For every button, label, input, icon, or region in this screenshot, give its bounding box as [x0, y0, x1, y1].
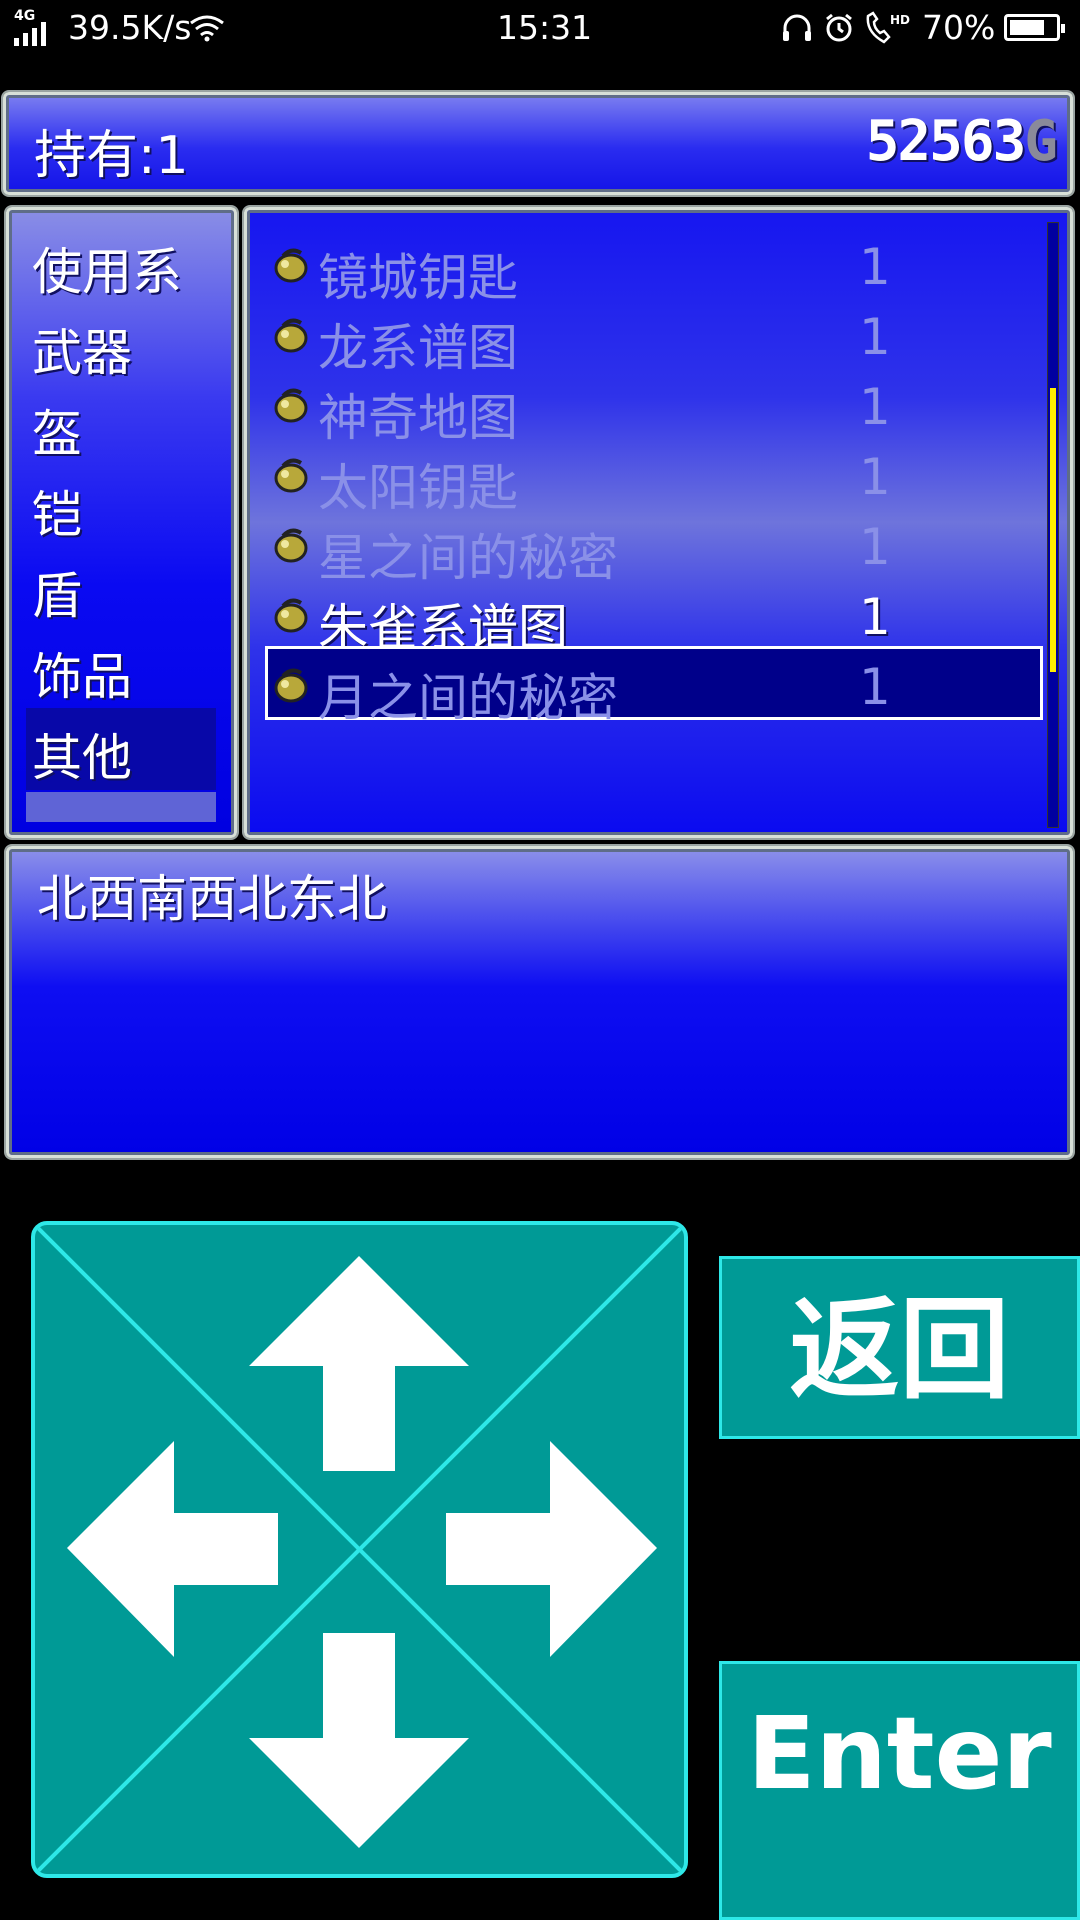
arrow-down-icon[interactable] — [249, 1633, 469, 1848]
gold-amount: 52563 — [865, 109, 1027, 174]
list-item[interactable]: 神奇地图 1 — [267, 370, 1027, 447]
back-button[interactable]: 返回 — [719, 1256, 1080, 1439]
category-item-armor[interactable]: 铠 — [32, 475, 82, 547]
status-bar: 4G 39.5K/s 15:31 HD 70% — [0, 0, 1080, 62]
list-scrollbar-thumb[interactable] — [1050, 388, 1056, 672]
category-menu-footer — [26, 792, 216, 822]
category-item-use[interactable]: 使用系 — [32, 232, 182, 304]
dpad-graphic — [35, 1225, 684, 1874]
battery-icon — [1004, 14, 1065, 41]
item-bag-icon — [274, 318, 308, 353]
item-quantity: 1 — [859, 308, 891, 366]
item-bag-icon — [274, 528, 308, 563]
item-quantity: 1 — [859, 378, 891, 436]
category-item-accessory[interactable]: 饰品 — [32, 637, 132, 709]
list-item[interactable]: 龙系谱图 1 — [267, 300, 1027, 377]
item-quantity: 1 — [859, 238, 891, 296]
item-name: 月之间的秘密 — [318, 669, 618, 727]
alarm-icon — [826, 13, 852, 42]
item-bag-icon — [274, 248, 308, 283]
list-item[interactable]: 太阳钥匙 1 — [267, 440, 1027, 517]
list-item[interactable]: 朱雀系谱图 1 — [267, 580, 1027, 657]
item-quantity: 1 — [859, 518, 891, 576]
enter-button[interactable]: Enter — [719, 1661, 1080, 1920]
item-list: 镜城钥匙 1 龙系谱图 1 神奇地图 1 太阳钥匙 1 星之间的秘密 1 朱雀系… — [244, 207, 1073, 838]
arrow-up-icon[interactable] — [249, 1256, 469, 1471]
category-item-helmet[interactable]: 盔 — [32, 394, 82, 466]
list-item-selected[interactable]: 月之间的秘密 1 — [265, 646, 1043, 727]
holding-count: 持有:1 — [34, 126, 189, 186]
list-item[interactable]: 星之间的秘密 1 — [267, 510, 1027, 587]
description-window: 北西南西北东北 — [6, 846, 1073, 1158]
category-item-shield[interactable]: 盾 — [32, 556, 82, 628]
item-bag-icon — [274, 668, 308, 703]
svg-text:HD: HD — [890, 13, 910, 27]
item-bag-icon — [274, 598, 308, 633]
item-quantity: 1 — [859, 588, 891, 646]
list-item[interactable]: 镜城钥匙 1 — [267, 230, 1027, 307]
headset-icon — [783, 14, 811, 41]
net-speed: 39.5K/s — [68, 8, 192, 47]
gold-unit: G — [1024, 109, 1058, 174]
wifi-icon — [190, 15, 224, 42]
item-bag-icon — [274, 458, 308, 493]
category-item-other[interactable]: 其他 — [32, 718, 132, 790]
arrow-left-icon[interactable] — [67, 1441, 278, 1657]
item-bag-icon — [274, 388, 308, 423]
signal-icon — [14, 22, 56, 46]
gold-window: 持有:1 52563G — [3, 92, 1073, 195]
battery-percent: 70% — [922, 8, 996, 47]
gold-display: 52563G — [865, 109, 1058, 174]
item-quantity: 1 — [859, 448, 891, 506]
dpad[interactable] — [31, 1221, 688, 1878]
hd-call-icon: HD — [866, 11, 910, 44]
arrow-right-icon[interactable] — [446, 1441, 657, 1657]
category-item-weapon[interactable]: 武器 — [32, 313, 132, 385]
clock: 15:31 — [497, 8, 593, 47]
item-description: 北西南西北东北 — [37, 870, 387, 928]
category-menu: 使用系 武器 盔 铠 盾 饰品 其他 — [6, 207, 237, 838]
item-quantity: 1 — [859, 658, 891, 716]
